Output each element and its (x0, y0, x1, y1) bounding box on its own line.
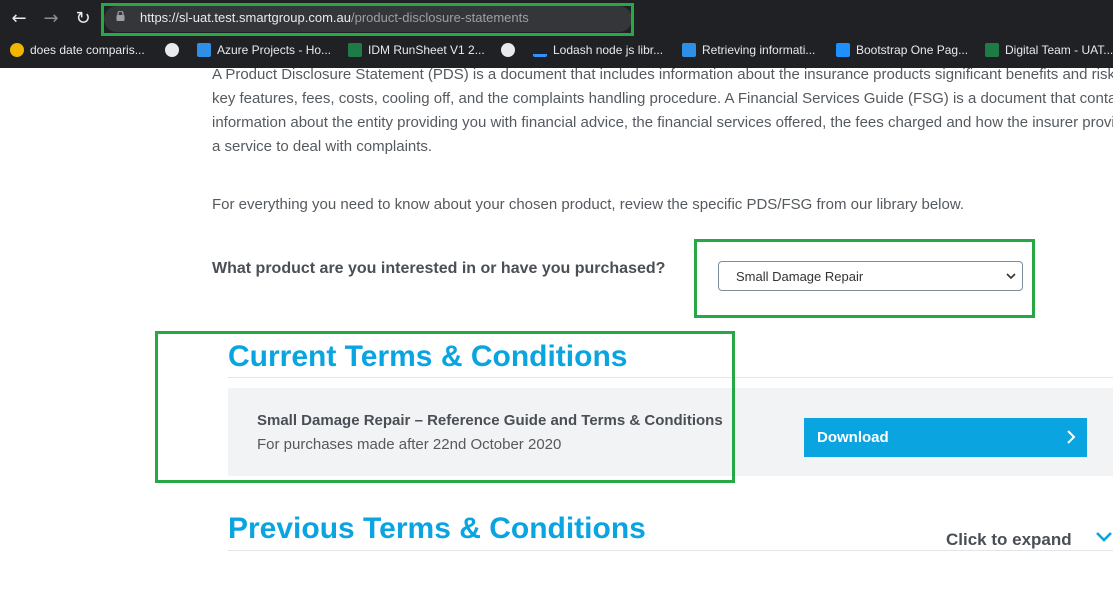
bookmark-label: Lodash node js libr... (553, 43, 664, 57)
lodash-icon (533, 43, 547, 57)
retrieve-icon (682, 43, 696, 57)
intro-paragraph: A Product Disclosure Statement (PDS) is … (212, 66, 1113, 155)
globe-icon (501, 43, 515, 57)
bookmark-label: does date comparis... (30, 43, 145, 57)
bookmark-label: Retrieving informati... (702, 43, 816, 57)
bookmark-label: Digital Team - UAT... (1005, 43, 1113, 57)
excel-icon (348, 43, 362, 57)
reload-icon[interactable]: ↻ (72, 8, 94, 30)
download-label: Download (817, 429, 889, 446)
previous-terms-heading: Previous Terms & Conditions (228, 512, 646, 545)
forward-arrow-icon[interactable]: → (40, 8, 62, 30)
bookmark-label: Bootstrap One Pag... (856, 43, 969, 57)
chevron-down-icon[interactable] (1095, 530, 1113, 544)
divider (228, 550, 1113, 551)
bookmark-date-comparison[interactable]: does date comparis... (10, 41, 145, 59)
bookmark-lodash[interactable]: Lodash node js libr... (533, 41, 663, 59)
excel-icon (985, 43, 999, 57)
library-paragraph: For everything you need to know about yo… (212, 196, 965, 213)
bookmark-idm-runsheet[interactable]: IDM RunSheet V1 2... (348, 41, 485, 59)
address-highlight-box (101, 3, 634, 36)
bookmarks-bar: does date comparis... Azure Projects - H… (0, 38, 1113, 62)
current-terms-highlight-box (155, 331, 735, 483)
bookmark-label: Azure Projects - Ho... (217, 43, 332, 57)
chevron-right-icon (1067, 430, 1076, 444)
expand-toggle[interactable]: Click to expand (946, 530, 1072, 550)
bookmark-globe-1[interactable] (165, 41, 179, 59)
product-question-label: What product are you interested in or ha… (212, 260, 666, 277)
bookmark-digital-team[interactable]: Digital Team - UAT... (985, 41, 1113, 59)
sparkle-icon (10, 43, 24, 57)
azure-devops-icon (197, 43, 211, 57)
download-button[interactable]: Download (804, 418, 1087, 457)
bookmark-retrieving[interactable]: Retrieving informati... (682, 41, 815, 59)
bootstrap-icon (836, 43, 850, 57)
globe-icon (165, 43, 179, 57)
back-arrow-icon[interactable]: ← (8, 8, 30, 30)
select-highlight-box (694, 239, 1035, 318)
bookmark-bootstrap[interactable]: Bootstrap One Pag... (836, 41, 968, 59)
bookmark-label: IDM RunSheet V1 2... (368, 43, 485, 57)
bookmark-globe-2[interactable] (501, 41, 515, 59)
bookmark-azure-projects[interactable]: Azure Projects - Ho... (197, 41, 331, 59)
